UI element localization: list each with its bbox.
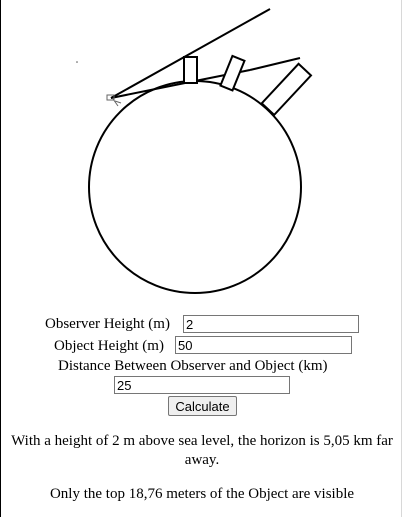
object-height-label: Object Height (m)	[54, 338, 164, 354]
object-rect-2	[219, 54, 246, 92]
calculate-button[interactable]: Calculate	[168, 396, 237, 416]
distance-label: Distance Between Observer and Object (km…	[58, 358, 328, 374]
object-rect-1	[183, 56, 198, 84]
earth-curvature-diagram	[76, 8, 313, 294]
observer-height-label: Observer Height (m)	[45, 316, 170, 332]
stray-dot	[76, 61, 78, 63]
line-of-sight-horizon	[110, 81, 191, 99]
earth-circle	[88, 80, 302, 294]
horizon-result-text: With a height of 2 m above sea level, th…	[11, 433, 393, 468]
visible-result-text: Only the top 18,76 meters of the Object …	[49, 486, 355, 502]
object-rect-3	[260, 62, 313, 117]
line-of-sight-far	[249, 57, 301, 71]
line-of-sight-upper	[110, 8, 271, 99]
object-height-input[interactable]	[175, 336, 352, 354]
distance-input[interactable]	[114, 376, 290, 394]
observer-height-input[interactable]	[183, 315, 359, 333]
